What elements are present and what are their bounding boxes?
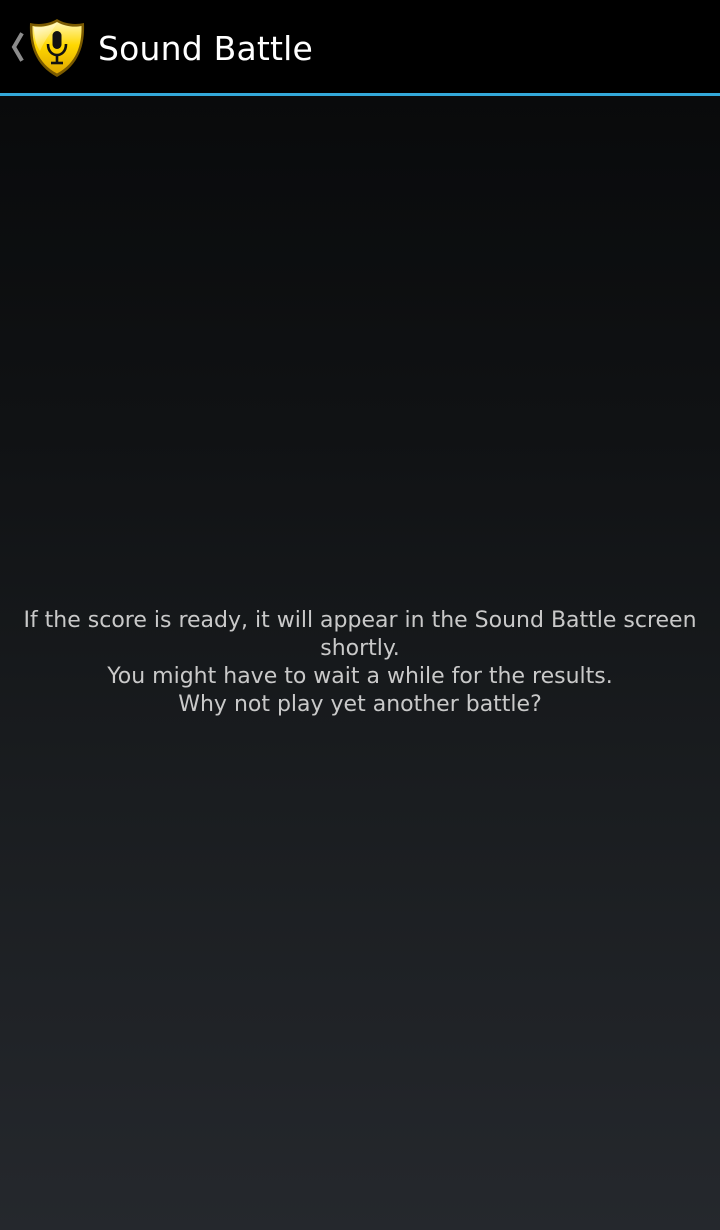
message-line-1: If the score is ready, it will appear in… <box>23 608 697 661</box>
microphone-shield-icon <box>29 19 85 77</box>
score-info-message: If the score is ready, it will appear in… <box>20 607 700 719</box>
action-bar: Sound Battle <box>0 0 720 96</box>
message-line-2: You might have to wait a while for the r… <box>107 664 613 689</box>
message-line-3: Why not play yet another battle? <box>178 692 542 717</box>
home-up-button[interactable]: Sound Battle <box>0 0 320 93</box>
app-title: Sound Battle <box>98 29 314 68</box>
chevron-left-icon <box>11 32 24 62</box>
